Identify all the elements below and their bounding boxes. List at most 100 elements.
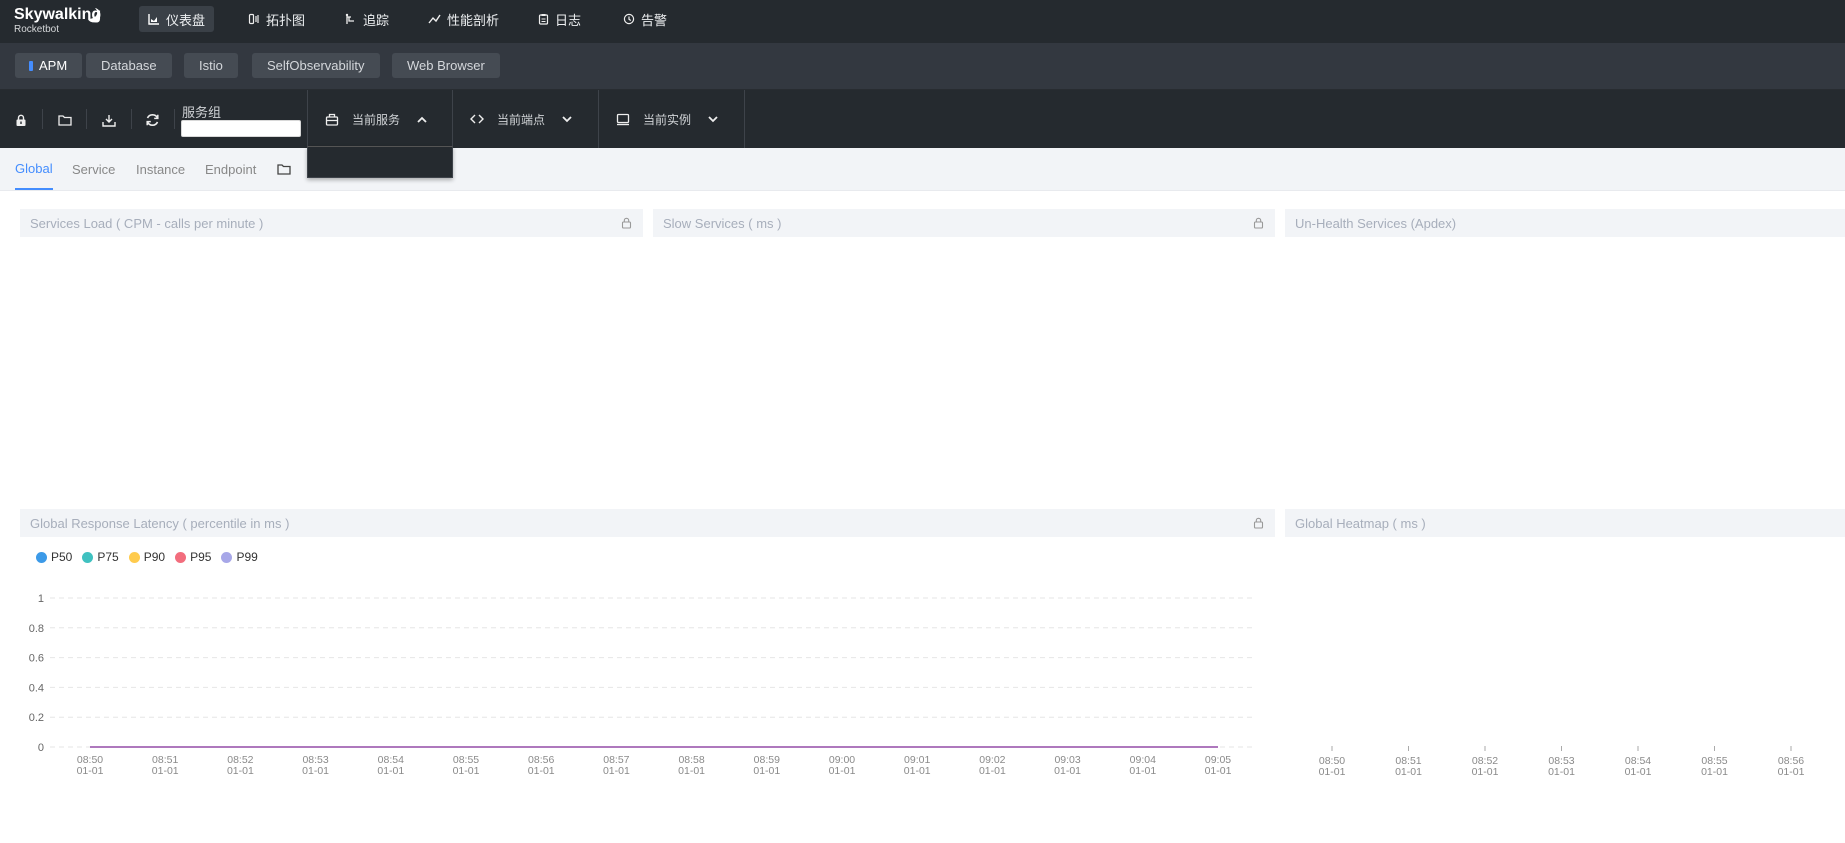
x-tick-date: 01-01 [302,765,329,777]
download-icon [102,114,116,127]
nav-trace[interactable]: 追踪 [336,6,398,32]
x-tick-date: 01-01 [829,765,856,777]
toolbar-divider [131,109,132,129]
x-tick-date: 01-01 [603,765,630,777]
x-tick-date: 01-01 [1778,766,1805,778]
trace-icon [345,13,357,25]
nav-trace-label: 追踪 [363,12,390,28]
x-tick-label: 08:53 01-01 [302,754,329,777]
download-button[interactable] [99,110,119,130]
y-tick-label: 0.6 [29,653,44,665]
x-tick-label: 08:52 01-01 [1472,755,1499,778]
nav-profile[interactable]: 性能剖析 [419,6,508,32]
alarm-clock-icon [623,13,635,25]
x-tick-label: 08:54 01-01 [1625,755,1652,778]
legend-dot [128,551,140,563]
x-tick-date: 01-01 [453,765,480,777]
top-nav-bar: Skywalking Rocketbot 仪表盘 拓扑图 追踪 性能剖析 日志 [0,0,1845,43]
import-folder-button[interactable] [55,110,75,130]
layer-tab-apm[interactable]: APM [15,53,83,78]
x-tick-label: 09:01 01-01 [904,754,931,777]
lock-icon[interactable] [621,217,632,229]
x-tick-label: 09:05 01-01 [1205,754,1232,777]
layer-tab-database[interactable]: Database [86,53,172,78]
x-tick-date: 01-01 [377,765,404,777]
legend-item[interactable]: P90 [128,550,165,564]
layer-tab-web-browser[interactable]: Web Browser [392,53,500,78]
service-selector[interactable]: 当前服务 [307,90,453,148]
x-tick-date: 01-01 [1129,765,1156,777]
layer-bar: APM Database Istio SelfObservability Web… [0,43,1845,90]
x-tick-label: 08:54 01-01 [377,754,404,777]
card-unhealth-services: Un-Health Services (Apdex) [1285,209,1845,237]
log-clipboard-icon [538,13,549,25]
layer-tab-label: Istio [199,58,223,73]
toolbar-divider [174,109,175,129]
x-tick-date: 01-01 [1472,766,1499,778]
service-group-input[interactable] [181,120,301,137]
x-tick-date: 01-01 [152,765,179,777]
nav-topology-label: 拓扑图 [266,12,306,28]
x-tick-date: 01-01 [979,765,1006,777]
nav-log-label: 日志 [555,12,582,28]
nav-alarm[interactable]: 告警 [614,6,676,32]
card-title: Global Heatmap ( ms ) [1295,515,1426,531]
view-tab-bar: Global Service Instance Endpoint [0,148,1845,191]
folder-icon [277,164,291,175]
nav-dashboard[interactable]: 仪表盘 [139,6,215,32]
x-tick-label: 09:03 01-01 [1054,754,1081,777]
legend-item[interactable]: P95 [175,550,211,564]
x-tick-date: 01-01 [1701,766,1728,778]
nav-log[interactable]: 日志 [529,6,590,32]
x-tick-label: 08:56 01-01 [528,754,555,777]
x-tick-date: 01-01 [77,765,104,777]
service-group-label: 服务组 [182,105,222,120]
nav-profile-label: 性能剖析 [447,12,500,28]
lock-button[interactable] [11,110,31,130]
x-tick-date: 01-01 [1548,766,1575,778]
nav-topology[interactable]: 拓扑图 [239,6,314,32]
x-tick-date: 01-01 [1205,765,1232,777]
lock-icon[interactable] [1253,217,1264,229]
tab-import-button[interactable] [277,148,291,190]
x-tick-label: 08:56 01-01 [1778,755,1805,778]
legend-item[interactable]: P50 [36,550,72,564]
current-instance-label: 当前实例 [643,112,692,127]
legend-item[interactable]: P75 [82,550,119,564]
chart-legend: P50 P75 P90 P95 P99 [36,550,268,564]
tab-service[interactable]: Service [72,148,115,190]
layer-tab-istio[interactable]: Istio [184,53,238,78]
x-tick-label: 08:55 01-01 [453,754,480,777]
service-cube-icon [325,113,339,126]
refresh-button[interactable] [142,110,162,130]
instance-selector[interactable]: 当前实例 [599,90,745,148]
y-tick-label: 0.4 [29,682,44,694]
current-service-label: 当前服务 [352,112,401,127]
card-title: Global Response Latency ( percentile in … [30,515,290,531]
card-global-heatmap: Global Heatmap ( ms ) [1285,509,1845,537]
logo-swoosh-icon [88,8,101,23]
card-title: Un-Health Services (Apdex) [1295,215,1457,231]
legend-dot [36,551,47,563]
layer-tab-selfobservability[interactable]: SelfObservability [252,53,380,78]
nav-dashboard-label: 仪表盘 [166,12,206,28]
card-global-latency: Global Response Latency ( percentile in … [20,509,1275,537]
tab-instance[interactable]: Instance [136,148,185,190]
y-tick-label: 0.2 [29,712,44,724]
tab-global[interactable]: Global [15,148,53,190]
legend-item[interactable]: P99 [221,550,258,564]
endpoint-selector[interactable]: 当前端点 [453,90,599,148]
legend-dot [82,551,94,563]
lock-icon[interactable] [1253,517,1264,529]
card-title: Slow Services ( ms ) [663,215,782,231]
x-tick-label: 08:50 01-01 [77,754,104,777]
toolbar-divider [86,109,87,129]
heatmap-chart: 08:50 01-01 08:51 01-01 08:52 01-01 08:53 01-01… [1319,746,1805,778]
service-dropdown-menu[interactable] [307,146,453,178]
x-tick-date: 01-01 [1319,766,1346,778]
brand-logo[interactable]: Skywalking Rocketbot [14,6,101,36]
toolbar-divider [42,109,43,129]
tab-endpoint[interactable]: Endpoint [205,148,256,190]
x-tick-label: 09:04 01-01 [1129,754,1156,777]
layer-tab-label: Web Browser [407,58,485,73]
